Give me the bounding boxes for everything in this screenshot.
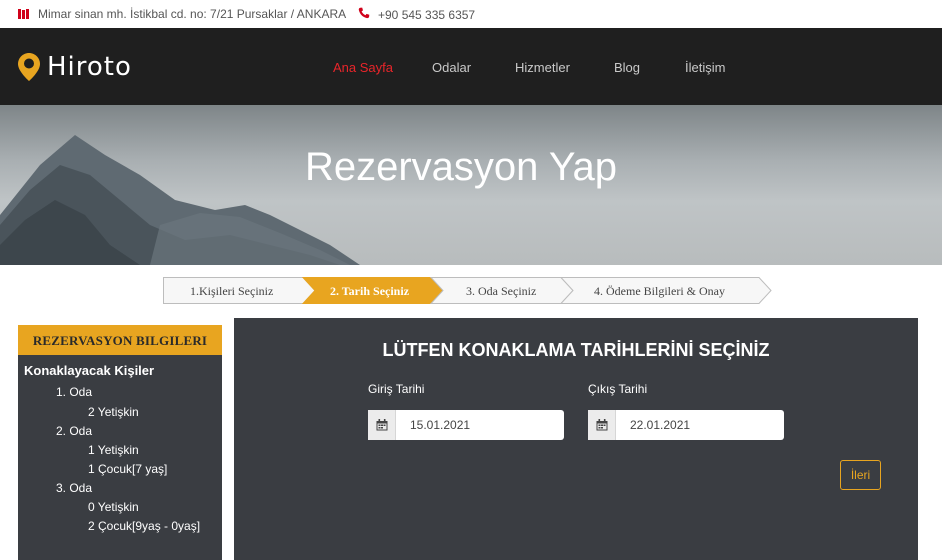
nav-item-ana-sayfa[interactable]: Ana Sayfa xyxy=(333,60,393,75)
main-navbar: Hiroto Ana Sayfa Odalar Hizmetler Blog İ… xyxy=(0,28,942,105)
nav-item-hizmetler[interactable]: Hizmetler xyxy=(515,60,570,75)
panel-title: LÜTFEN KONAKLAMA TARİHLERİNİ SEÇİNİZ xyxy=(382,340,770,360)
hero-banner: Rezervasyon Yap xyxy=(0,105,942,265)
reservation-steps: 1.Kişileri Seçiniz 2. Tarih Seçiniz 3. O… xyxy=(163,277,775,304)
location-pin-icon xyxy=(17,52,41,82)
checkout-label: Çıkış Tarihi xyxy=(588,382,648,396)
top-info-bar: Mimar sinan mh. İstikbal cd. no: 7/21 Pu… xyxy=(0,0,942,28)
brand-logo[interactable]: Hiroto xyxy=(17,52,132,82)
checkout-date-field[interactable] xyxy=(588,410,784,440)
step-4-label[interactable]: 4. Ödeme Bilgileri & Onay xyxy=(594,284,725,299)
step-3-label[interactable]: 3. Oda Seçiniz xyxy=(466,284,536,299)
next-button[interactable]: İleri xyxy=(840,460,881,490)
room-3-name: 3. Oda xyxy=(56,481,93,495)
address-info: Mimar sinan mh. İstikbal cd. no: 7/21 Pu… xyxy=(18,7,346,21)
nav-item-odalar[interactable]: Odalar xyxy=(432,60,471,75)
room-3-detail: 0 Yetişkin xyxy=(88,500,139,514)
sidebar-header: REZERVASYON BILGILERI xyxy=(18,325,222,355)
phone-info[interactable]: +90 545 335 6357 xyxy=(358,7,475,22)
room-2-detail: 1 Yetişkin xyxy=(88,443,139,457)
room-1-detail: 2 Yetişkin xyxy=(88,405,139,419)
page-title: Rezervasyon Yap xyxy=(304,145,618,189)
calendar-icon[interactable] xyxy=(588,410,616,440)
nav-item-blog[interactable]: Blog xyxy=(614,60,640,75)
room-1-name: 1. Oda xyxy=(56,385,93,399)
calendar-icon[interactable] xyxy=(368,410,396,440)
map-icon xyxy=(18,9,30,19)
step-1-label[interactable]: 1.Kişileri Seçiniz xyxy=(190,284,273,299)
reservation-info-sidebar: REZERVASYON BILGILERI Konaklayacak Kişil… xyxy=(18,325,222,560)
phone-number[interactable]: +90 545 335 6357 xyxy=(378,8,475,22)
room-2-detail: 1 Çocuk[7 yaş] xyxy=(88,462,168,476)
room-3-detail: 2 Çocuk[9yaş - 0yaş] xyxy=(88,519,201,533)
checkin-date-input[interactable] xyxy=(396,410,556,440)
checkin-label: Giriş Tarihi xyxy=(368,382,425,396)
date-selection-panel: LÜTFEN KONAKLAMA TARİHLERİNİ SEÇİNİZ Gir… xyxy=(234,318,918,560)
nav-item-iletisim[interactable]: İletişim xyxy=(685,60,725,75)
checkin-date-field[interactable] xyxy=(368,410,564,440)
brand-name: Hiroto xyxy=(47,52,132,82)
checkout-date-input[interactable] xyxy=(616,410,776,440)
sidebar-subtitle: Konaklayacak Kişiler xyxy=(24,363,155,378)
address-text: Mimar sinan mh. İstikbal cd. no: 7/21 Pu… xyxy=(38,7,347,21)
step-2-label[interactable]: 2. Tarih Seçiniz xyxy=(330,284,409,299)
phone-icon xyxy=(358,7,370,22)
room-2-name: 2. Oda xyxy=(56,424,93,438)
